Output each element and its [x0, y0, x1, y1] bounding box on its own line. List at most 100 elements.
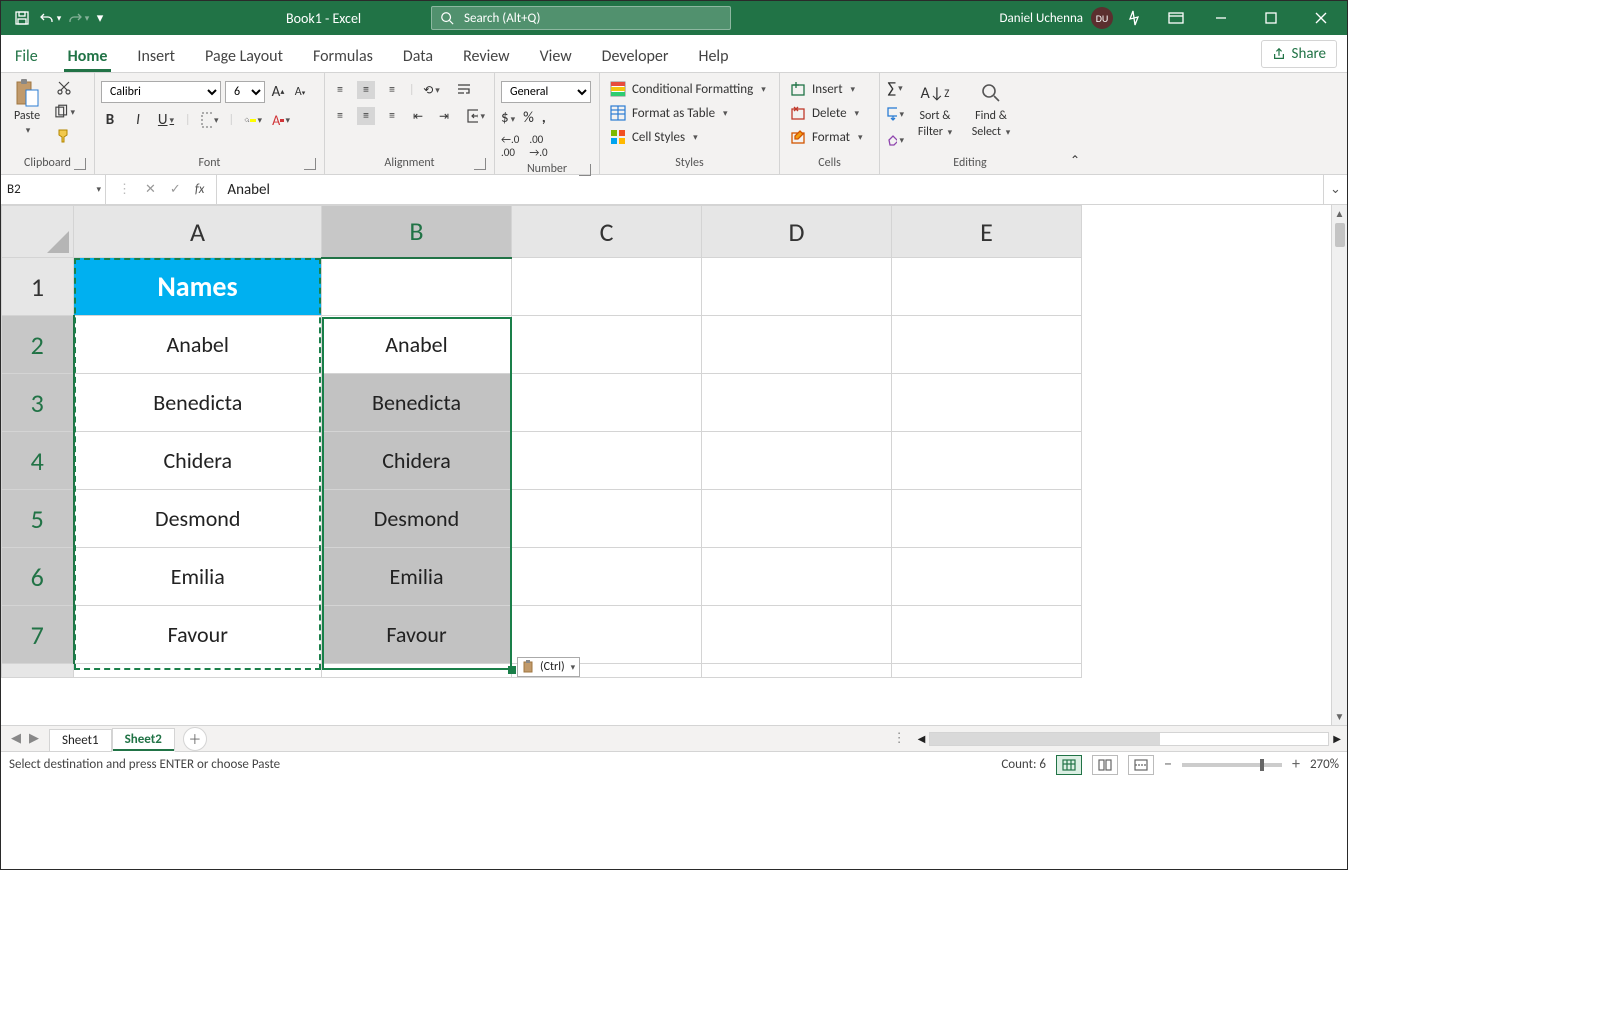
- accounting-icon[interactable]: $▾: [501, 109, 515, 127]
- col-header-e[interactable]: E: [892, 206, 1082, 258]
- cell-d5[interactable]: [702, 490, 892, 548]
- cancel-formula-icon[interactable]: ✕: [145, 182, 156, 197]
- align-left-icon[interactable]: ≡: [331, 107, 349, 125]
- align-right-icon[interactable]: ≡: [383, 107, 401, 125]
- zoom-in-icon[interactable]: +: [1292, 755, 1300, 774]
- align-bottom-icon[interactable]: ≡: [383, 81, 401, 99]
- clipboard-launcher-icon[interactable]: [74, 158, 86, 170]
- cell-d3[interactable]: [702, 374, 892, 432]
- close-icon[interactable]: [1299, 1, 1343, 35]
- cell-e2[interactable]: [892, 316, 1082, 374]
- sort-filter-button[interactable]: A↓Z Sort & Filter ▾: [910, 77, 960, 141]
- sheet-tab-2[interactable]: Sheet2: [112, 728, 175, 752]
- format-cells-button[interactable]: Format▾: [786, 127, 867, 147]
- col-header-d[interactable]: D: [702, 206, 892, 258]
- cell-b6[interactable]: Emilia: [322, 548, 512, 606]
- view-page-layout-icon[interactable]: [1092, 755, 1118, 775]
- conditional-formatting-button[interactable]: Conditional Formatting▾: [606, 79, 770, 99]
- tab-page-layout[interactable]: Page Layout: [201, 41, 287, 72]
- tab-scroll-splitter[interactable]: ⋮: [885, 731, 914, 746]
- borders-icon[interactable]: ▾: [201, 111, 219, 129]
- tab-insert[interactable]: Insert: [133, 41, 179, 72]
- cell-d4[interactable]: [702, 432, 892, 490]
- font-name-select[interactable]: Calibri: [101, 81, 221, 103]
- name-box[interactable]: B2 ▾: [1, 175, 106, 204]
- cell-e4[interactable]: [892, 432, 1082, 490]
- scroll-thumb[interactable]: [1335, 223, 1345, 247]
- align-middle-icon[interactable]: ≡: [357, 81, 375, 99]
- wrap-text-icon[interactable]: [455, 81, 473, 99]
- fill-color-icon[interactable]: ▾: [244, 111, 262, 129]
- underline-icon[interactable]: U▾: [157, 111, 175, 129]
- align-top-icon[interactable]: ≡: [331, 81, 349, 99]
- row-header-4[interactable]: 4: [2, 432, 74, 490]
- cut-icon[interactable]: [53, 79, 75, 97]
- undo-icon[interactable]: ▾: [37, 5, 63, 31]
- new-sheet-button[interactable]: ＋: [183, 727, 207, 751]
- minimize-icon[interactable]: [1199, 1, 1243, 35]
- row-header-8[interactable]: [2, 664, 74, 678]
- col-header-c[interactable]: C: [512, 206, 702, 258]
- merge-center-icon[interactable]: ▾: [467, 107, 485, 125]
- insert-function-icon[interactable]: fx: [195, 182, 205, 197]
- cell-b4[interactable]: Chidera: [322, 432, 512, 490]
- user-avatar[interactable]: DU: [1091, 7, 1113, 29]
- font-launcher-icon[interactable]: [304, 158, 316, 170]
- alignment-launcher-icon[interactable]: [474, 158, 486, 170]
- tab-file[interactable]: File: [11, 41, 42, 72]
- sheet-tab-1[interactable]: Sheet1: [49, 729, 112, 751]
- vertical-scrollbar[interactable]: ▲ ▼: [1331, 205, 1347, 725]
- italic-icon[interactable]: I: [129, 111, 147, 129]
- cell-e1[interactable]: [892, 258, 1082, 316]
- find-select-button[interactable]: Find & Select ▾: [966, 77, 1016, 141]
- scroll-down-icon[interactable]: ▼: [1332, 710, 1347, 723]
- cell-c1[interactable]: [512, 258, 702, 316]
- cell-d2[interactable]: [702, 316, 892, 374]
- align-center-icon[interactable]: ≡: [357, 107, 375, 125]
- cell-c2[interactable]: [512, 316, 702, 374]
- row-header-2[interactable]: 2: [2, 316, 74, 374]
- ribbon-display-icon[interactable]: [1159, 1, 1193, 35]
- cell-b5[interactable]: Desmond: [322, 490, 512, 548]
- row-header-5[interactable]: 5: [2, 490, 74, 548]
- cell-a1[interactable]: Names: [74, 258, 322, 316]
- col-header-a[interactable]: A: [74, 206, 322, 258]
- comma-style-icon[interactable]: ,: [542, 109, 546, 127]
- zoom-slider[interactable]: [1182, 763, 1282, 767]
- tab-help[interactable]: Help: [694, 41, 732, 72]
- cell-c5[interactable]: [512, 490, 702, 548]
- tab-developer[interactable]: Developer: [598, 41, 673, 72]
- row-header-1[interactable]: 1: [2, 258, 74, 316]
- font-color-icon[interactable]: A▾: [272, 111, 290, 129]
- cell-c4[interactable]: [512, 432, 702, 490]
- number-format-select[interactable]: General: [501, 81, 591, 103]
- row-header-3[interactable]: 3: [2, 374, 74, 432]
- cell-e5[interactable]: [892, 490, 1082, 548]
- increase-font-icon[interactable]: A▴: [269, 83, 287, 101]
- qat-customize-icon[interactable]: ▾: [93, 5, 107, 31]
- tab-data[interactable]: Data: [399, 41, 437, 72]
- cell-d6[interactable]: [702, 548, 892, 606]
- cell-a3[interactable]: Benedicta: [74, 374, 322, 432]
- cell-a7[interactable]: Favour: [74, 606, 322, 664]
- cell-a2[interactable]: Anabel: [74, 316, 322, 374]
- decrease-decimal-icon[interactable]: .00→.0: [529, 133, 547, 159]
- autosum-icon[interactable]: ∑▾: [886, 79, 904, 97]
- cell-d7[interactable]: [702, 606, 892, 664]
- format-painter-icon[interactable]: [53, 127, 75, 145]
- cell-e8[interactable]: [892, 664, 1082, 678]
- cell-b1[interactable]: [322, 258, 512, 316]
- collapse-ribbon-icon[interactable]: ⌃: [1060, 73, 1090, 174]
- insert-cells-button[interactable]: Insert▾: [786, 79, 859, 99]
- zoom-level[interactable]: 270%: [1310, 757, 1339, 772]
- save-icon[interactable]: [9, 5, 35, 31]
- number-launcher-icon[interactable]: [579, 164, 591, 176]
- coming-soon-icon[interactable]: [1119, 1, 1153, 35]
- sheet-nav-next-icon[interactable]: ▶: [29, 731, 39, 746]
- redo-icon[interactable]: ▾: [65, 5, 91, 31]
- cell-d8[interactable]: [702, 664, 892, 678]
- cell-b3[interactable]: Benedicta: [322, 374, 512, 432]
- view-normal-icon[interactable]: [1056, 755, 1082, 775]
- fill-icon[interactable]: ▾: [886, 105, 904, 123]
- increase-decimal-icon[interactable]: ←.0.00: [501, 133, 519, 159]
